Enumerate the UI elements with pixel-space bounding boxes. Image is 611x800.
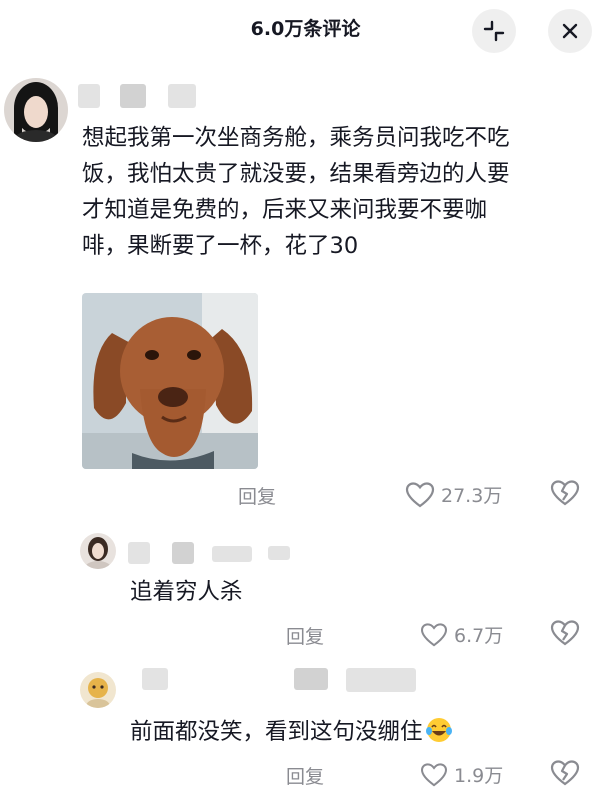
dislike-button[interactable] — [550, 619, 580, 651]
reply-button[interactable]: 回复 — [238, 482, 276, 509]
like-count: 6.7万 — [454, 625, 504, 647]
username-redacted — [268, 546, 290, 560]
close-icon — [562, 23, 578, 39]
collapse-button[interactable] — [472, 9, 516, 53]
username-redacted — [294, 668, 328, 690]
username-redacted — [212, 546, 252, 562]
heart-icon — [420, 622, 448, 646]
collapse-icon — [483, 20, 505, 42]
dislike-button[interactable] — [550, 759, 580, 791]
like-button[interactable]: 6.7万 — [420, 621, 503, 648]
broken-heart-icon — [550, 620, 580, 646]
username-redacted — [168, 84, 196, 108]
like-button[interactable]: 1.9万 — [420, 761, 503, 788]
comment-image-dog[interactable] — [82, 293, 258, 469]
comment-text: 前面都没笑，看到这句没绷住 — [130, 714, 453, 750]
reply-button[interactable]: 回复 — [286, 622, 324, 649]
username-redacted — [172, 542, 194, 564]
laughing-crying-emoji-icon — [425, 718, 452, 742]
comment-text: 追着穷人杀 — [130, 579, 243, 605]
close-button[interactable] — [548, 9, 592, 53]
comment-text: 想起我第一次坐商务舱，乘务员问我吃不吃 饭，我怕太贵了就没要，结果看旁边的人要 … — [82, 125, 510, 259]
username-redacted — [346, 668, 416, 692]
heart-icon — [420, 762, 448, 786]
comment-text-content: 前面都没笑，看到这句没绷住 — [130, 719, 423, 745]
avatar[interactable] — [4, 78, 68, 142]
username-redacted[interactable] — [78, 84, 100, 108]
username-redacted — [120, 84, 146, 108]
username-redacted[interactable] — [128, 542, 150, 564]
broken-heart-icon — [550, 760, 580, 786]
heart-icon — [405, 481, 435, 507]
avatar[interactable] — [80, 672, 116, 708]
username-redacted[interactable] — [142, 668, 168, 690]
avatar[interactable] — [80, 533, 116, 569]
dislike-button[interactable] — [550, 479, 580, 511]
like-button[interactable]: 27.3万 — [405, 481, 502, 508]
like-count: 27.3万 — [441, 485, 503, 507]
page-title: 6.0万条评论 — [250, 18, 361, 40]
broken-heart-icon — [550, 480, 580, 506]
reply-button[interactable]: 回复 — [286, 762, 324, 789]
like-count: 1.9万 — [454, 765, 504, 787]
